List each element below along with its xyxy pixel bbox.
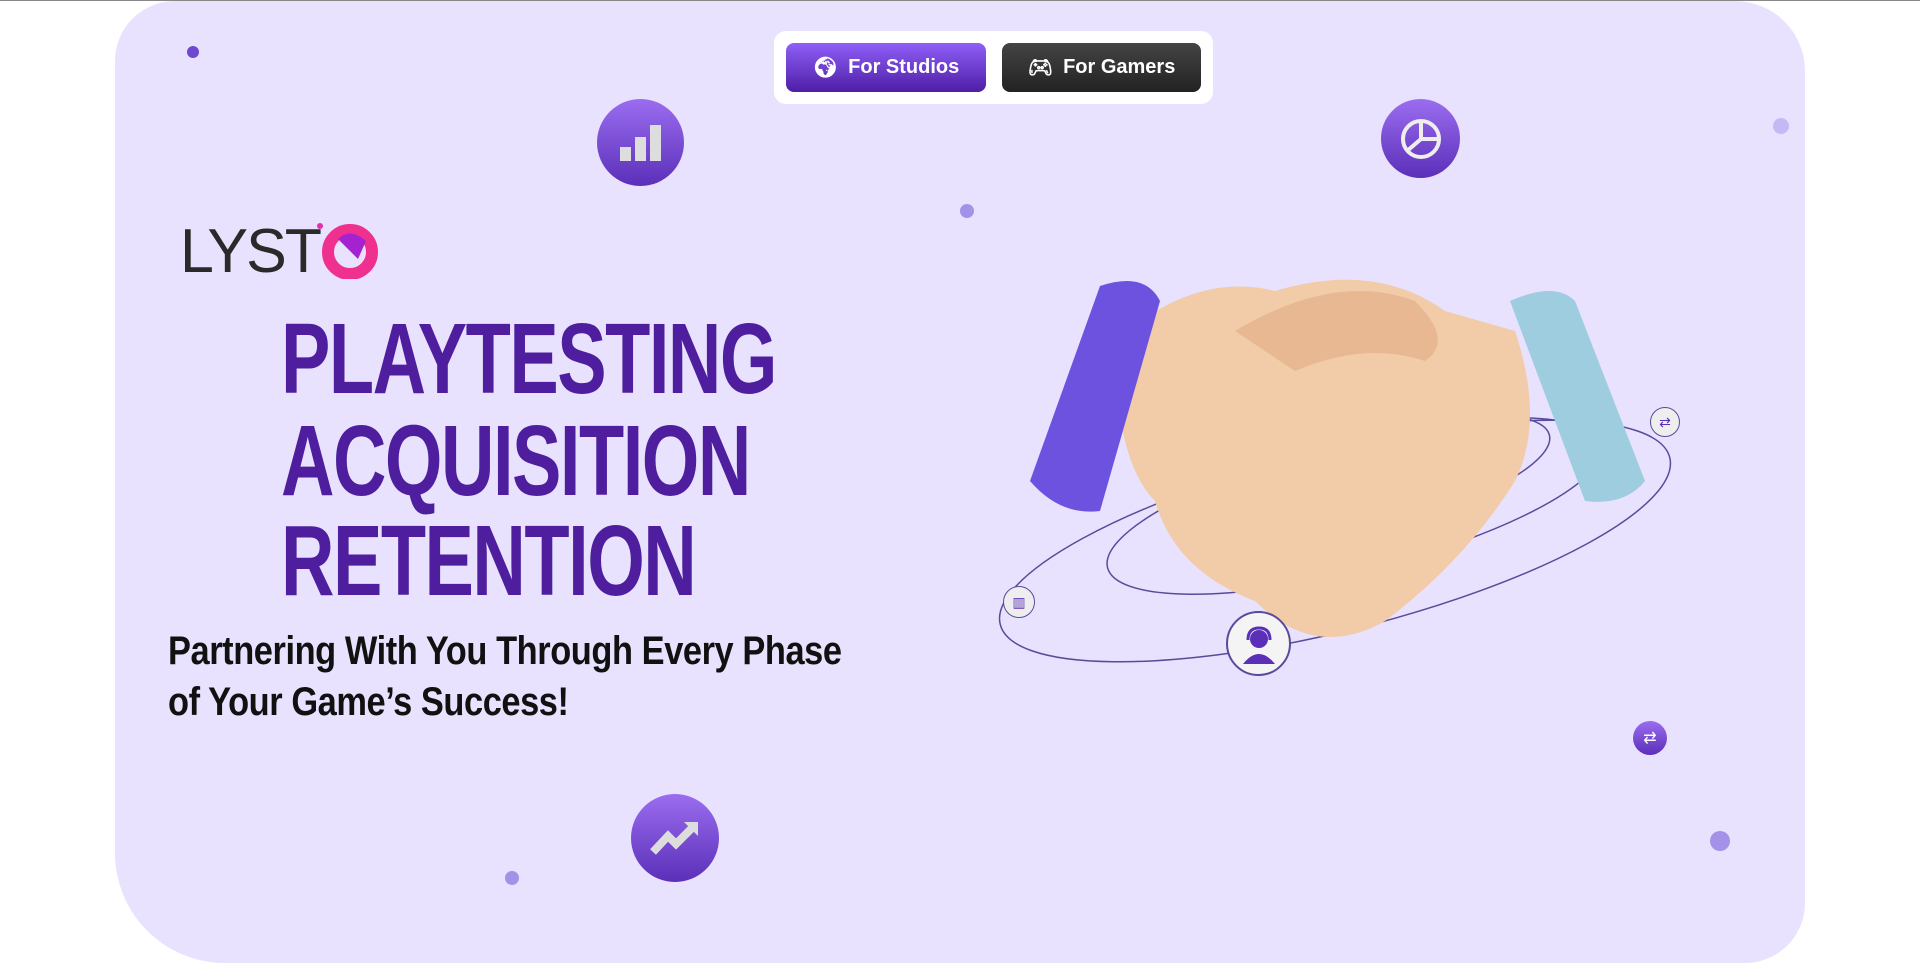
handshake-illustration xyxy=(998,279,1672,663)
hero-card: 🌍︎ For Studios 🎮︎ For Gamers LYST PLAYTE… xyxy=(115,1,1805,963)
transfer-icon: ⇄ xyxy=(1633,721,1667,755)
support-agent-icon xyxy=(1226,611,1291,676)
stats-icon: ▥ xyxy=(1003,586,1035,618)
trend-up-icon xyxy=(631,794,719,882)
bar-chart-icon xyxy=(597,99,684,186)
transfer-icon: ⇄ xyxy=(1650,407,1680,437)
pie-chart-icon xyxy=(1381,99,1460,178)
